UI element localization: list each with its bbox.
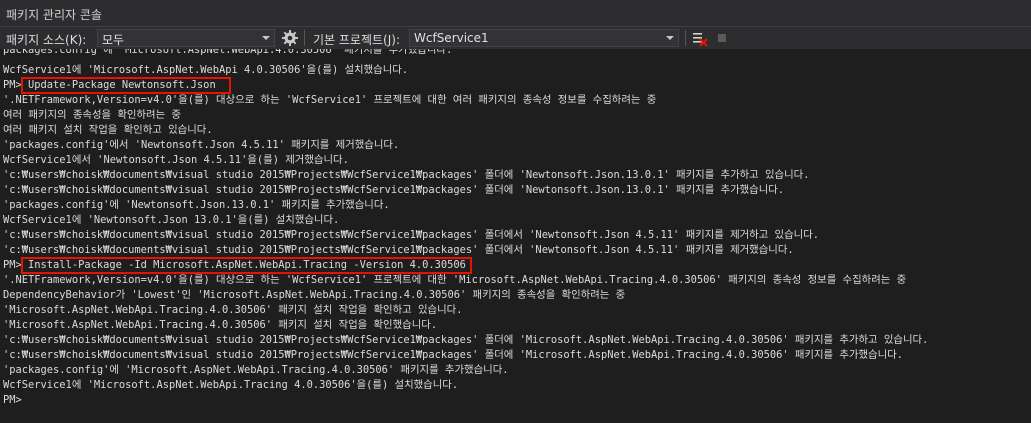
console-line: '.NETFramework,Version=v4.0'을(를) 대상으로 하는… (3, 274, 907, 286)
console-line: WcfService1에 'Newtonsoft.Json 13.0.1'을(를… (3, 214, 340, 226)
gear-icon[interactable] (281, 29, 299, 47)
toolbar-separator (685, 30, 686, 46)
console-line: 'c:₩users₩choisk₩documents₩visual studio… (3, 169, 810, 181)
console-line: 'Microsoft.AspNet.WebApi.Tracing.4.0.305… (3, 319, 438, 331)
chevron-down-icon (666, 36, 674, 40)
console-line: 'Microsoft.AspNet.WebApi.Tracing.4.0.305… (3, 304, 463, 316)
console-line: 'c:₩users₩choisk₩documents₩visual studio… (3, 184, 785, 196)
command-highlight-box (21, 257, 472, 274)
console-line: PM> (3, 394, 22, 406)
console-line: 여러 패키지 설치 작업을 확인하고 있습니다. (3, 124, 213, 136)
console-line: 'packages.config'에 'Microsoft.AspNet.Web… (3, 364, 509, 376)
toolbar-separator (304, 30, 305, 46)
console-line: 'c:₩users₩choisk₩documents₩visual studio… (3, 349, 903, 361)
console-line: 'c:₩users₩choisk₩documents₩visual studio… (3, 334, 929, 346)
console-line: 'packages.config'에 'Newtonsoft.Json.13.0… (3, 199, 390, 211)
console-line: '.NETFramework,Version=v4.0'을(를) 대상으로 하는… (3, 94, 657, 106)
console-output[interactable]: packages.config'에 'Microsoft.AspNet.WebA… (0, 49, 1031, 423)
console-line: packages.config'에 'Microsoft.AspNet.WebA… (3, 49, 453, 56)
window-title: 패키지 관리자 콘솔 (6, 8, 102, 22)
console-line: WcfService1에 'Microsoft.AspNet.WebApi 4.… (3, 64, 409, 76)
console-line: WcfService1에서 'Newtonsoft.Json 4.5.11'을(… (3, 154, 349, 166)
default-project-label: 기본 프로젝트(J): (313, 33, 401, 47)
console-line: 여러 패키지의 종속성을 확인하려는 중 (3, 109, 181, 121)
default-project-value: WcfService1 (414, 31, 489, 45)
package-source-dropdown[interactable]: 모두 (97, 29, 275, 47)
console-line: WcfService1에 'Microsoft.AspNet.WebApi.Tr… (3, 379, 459, 391)
console-toolbar: 패키지 소스(K): 모두 기본 프로젝트(J): WcfService1 (0, 27, 1031, 49)
clear-console-icon[interactable] (691, 30, 709, 48)
stop-icon[interactable] (718, 34, 726, 42)
default-project-dropdown[interactable]: WcfService1 (409, 29, 679, 47)
chevron-down-icon (262, 36, 270, 40)
console-line: 'c:₩users₩choisk₩documents₩visual studio… (3, 229, 820, 241)
command-highlight-box (21, 77, 231, 94)
console-line: 'packages.config'에서 'Newtonsoft.Json 4.5… (3, 139, 400, 151)
console-line: 'c:₩users₩choisk₩documents₩visual studio… (3, 244, 794, 256)
title-bar: 패키지 관리자 콘솔 (0, 0, 1031, 27)
package-source-value: 모두 (102, 33, 125, 47)
package-source-label: 패키지 소스(K): (6, 33, 87, 47)
console-line: DependencyBehavior가 'Lowest'인 'Microsoft… (3, 289, 626, 301)
